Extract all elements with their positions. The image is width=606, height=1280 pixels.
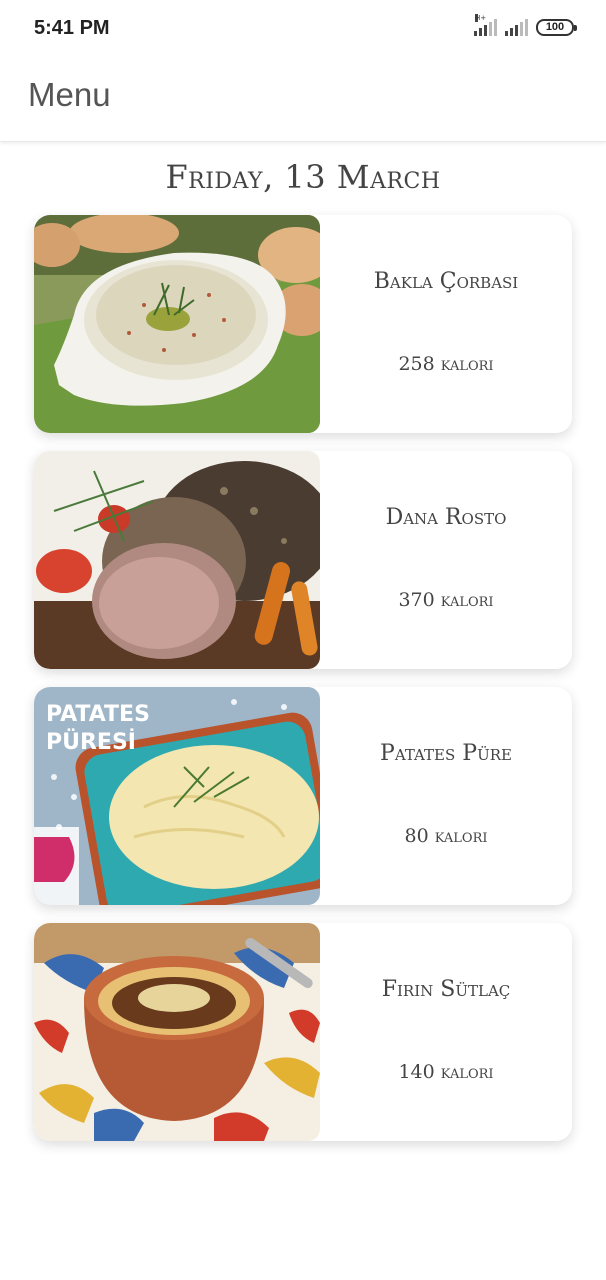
mobile-signal-icon-2	[505, 18, 528, 36]
dish-name: Dana Rosto	[385, 505, 507, 530]
menu-list: Bakla Çorbası 258 kalori Dana Rosto 370 …	[34, 215, 572, 1159]
photo-caption-line-2: PÜRESİ	[46, 729, 136, 755]
menu-card[interactable]: Bakla Çorbası 258 kalori	[34, 215, 572, 433]
page-title: Menu	[28, 76, 111, 113]
menu-card-info: Patates Püre 80 kalori	[320, 687, 572, 905]
status-icons: H+ 100	[474, 14, 577, 36]
dish-calories: 258 kalori	[398, 353, 494, 375]
dish-calories: 140 kalori	[398, 1061, 494, 1083]
rice-pudding-photo	[34, 923, 320, 1141]
app-bar: Menu	[0, 58, 606, 142]
dish-name: Fırın Sütlaç	[381, 977, 511, 1002]
battery-level: 100	[545, 21, 565, 33]
status-time: 5:41 PM	[34, 17, 110, 39]
battery-icon: 100	[536, 18, 577, 36]
status-bar: 5:41 PM H+ 100	[0, 0, 606, 58]
menu-card-info: Fırın Sütlaç 140 kalori	[320, 923, 572, 1141]
menu-card[interactable]: Fırın Sütlaç 140 kalori	[34, 923, 572, 1141]
photo-caption-line-1: PATATES	[46, 702, 150, 727]
roast-beef-photo	[34, 451, 320, 669]
mashed-potato-photo: PATATES PÜRESİ	[34, 687, 320, 905]
dish-name: Bakla Çorbası	[373, 269, 519, 294]
dish-calories: 80 kalori	[404, 825, 488, 847]
menu-card-info: Bakla Çorbası 258 kalori	[320, 215, 572, 433]
menu-card[interactable]: Dana Rosto 370 kalori	[34, 451, 572, 669]
date-heading: Friday, 13 March	[165, 158, 441, 196]
mobile-signal-icon: H+	[474, 14, 497, 36]
menu-card-info: Dana Rosto 370 kalori	[320, 451, 572, 669]
menu-card[interactable]: PATATES PÜRESİ Patates Püre 80 kalori	[34, 687, 572, 905]
dish-name: Patates Püre	[380, 741, 512, 766]
network-type-label: H+	[475, 14, 487, 22]
dish-calories: 370 kalori	[398, 589, 494, 611]
bean-soup-photo	[34, 215, 320, 433]
